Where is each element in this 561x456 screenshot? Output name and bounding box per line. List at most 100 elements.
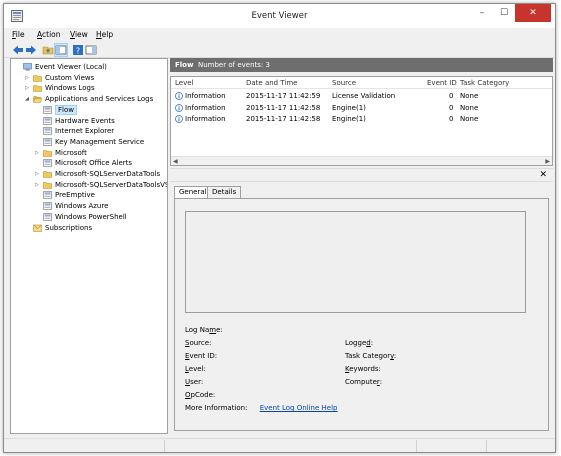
cell-task: None — [460, 115, 479, 123]
field-log-name: Log Name: — [185, 326, 223, 334]
subscriptions-icon — [33, 224, 42, 232]
cell-task: None — [460, 92, 479, 100]
field-more-information: More Information: Event Log Online Help — [185, 404, 338, 412]
events-grid[interactable]: Level Date and Time Source Event ID Task… — [170, 76, 553, 166]
expand-arrow-icon[interactable]: ▷ — [35, 169, 41, 179]
field-event-id: Event ID: — [185, 352, 218, 360]
tree-item-label: Microsoft Office Alerts — [55, 159, 133, 168]
status-divider — [416, 440, 417, 452]
menu-view[interactable]: View — [70, 30, 88, 39]
log-icon — [43, 105, 52, 114]
close-detail-icon[interactable]: ✕ — [539, 170, 547, 180]
menu-help[interactable]: Help — [96, 30, 113, 39]
menu-action[interactable]: Action — [37, 30, 61, 39]
log-icon — [43, 212, 52, 221]
column-date-time[interactable]: Date and Time — [246, 79, 297, 87]
folder-icon — [33, 74, 42, 82]
cell-source: Engine(1) — [332, 115, 366, 123]
column-event-id[interactable]: Event ID — [427, 79, 457, 87]
cell-event-id: 0 — [449, 103, 454, 112]
show-hide-tree-icon[interactable] — [54, 43, 68, 57]
tree-item-custom-views[interactable]: ▷ Custom Views — [11, 73, 167, 83]
cell-level: Information — [185, 103, 226, 112]
cell-date: 2015-11-17 11:42:58 — [246, 115, 321, 123]
event-description-box[interactable] — [185, 211, 526, 313]
tree-item-hardware-events[interactable]: Hardware Events — [11, 116, 167, 126]
tree-item-microsoft-sqlserverdatatoolsvs[interactable]: ▷ Microsoft-SQLServerDataToolsVS — [11, 180, 167, 190]
event-log-online-help-link[interactable]: Event Log Online Help — [260, 404, 338, 412]
scroll-right-icon[interactable]: ▶ — [545, 157, 550, 166]
cell-source: Engine(1) — [332, 103, 366, 112]
up-folder-icon[interactable] — [42, 44, 54, 56]
forward-arrow-icon[interactable] — [25, 44, 37, 56]
grid-header: Level Date and Time Source Event ID Task… — [171, 77, 552, 89]
cell-level: Information — [185, 115, 226, 123]
field-opcode: OpCode: — [185, 391, 216, 399]
back-arrow-icon[interactable] — [12, 44, 24, 56]
close-button[interactable]: ✕ — [515, 4, 551, 22]
navigation-tree[interactable]: Event Viewer (Local) ▷ Custom Views ▷ Window… — [10, 58, 168, 434]
tree-item-label: Microsoft — [55, 148, 87, 157]
tree-item-windows-azure[interactable]: Windows Azure — [11, 201, 167, 211]
event-row[interactable]: Information 2015-11-17 11:42:59 License Va… — [171, 91, 552, 102]
tree-item-internet-explorer[interactable]: Internet Explorer — [11, 126, 167, 136]
tree-item-key-management-service[interactable]: Key Management Service — [11, 137, 167, 147]
tree-item-label: Custom Views — [45, 73, 95, 82]
folder-icon — [43, 181, 52, 189]
scroll-left-icon[interactable]: ◀ — [173, 157, 178, 166]
status-divider — [164, 440, 165, 452]
tab-details[interactable]: Details — [207, 186, 242, 198]
event-row[interactable]: Information 2015-11-17 11:42:58 Engine(1) 0… — [171, 114, 552, 125]
status-bar — [4, 438, 555, 452]
cell-event-id: 0 — [449, 92, 454, 100]
column-task-category[interactable]: Task Category — [460, 79, 509, 87]
detail-panel: Log Name: Source: Event ID: Level: User:… — [174, 198, 549, 431]
tree-item-microsoft-sqlserverdatatools[interactable]: ▷ Microsoft-SQLServerDataTools — [11, 169, 167, 179]
folder-icon — [43, 171, 52, 178]
menu-bar: File Action View Help — [4, 28, 555, 42]
log-icon — [43, 202, 52, 210]
tree-item-microsoft-office-alerts[interactable]: Microsoft Office Alerts — [11, 158, 167, 168]
expand-arrow-icon[interactable]: ▷ — [25, 73, 31, 83]
log-icon — [43, 191, 52, 200]
horizontal-scrollbar[interactable]: ◀ ▶ — [171, 156, 552, 165]
svg-text:?: ? — [76, 47, 80, 56]
tree-item-label: Microsoft-SQLServerDataTools — [55, 170, 161, 178]
tree-item-microsoft[interactable]: ▷ Microsoft — [11, 148, 167, 158]
expand-arrow-icon[interactable]: ▷ — [25, 83, 31, 93]
tree-item-flow[interactable]: Flow — [11, 104, 167, 115]
tree-item-label: Windows PowerShell — [55, 212, 127, 221]
expand-arrow-icon[interactable]: ▷ — [35, 148, 41, 158]
properties-pane-icon[interactable] — [85, 44, 97, 56]
column-source[interactable]: Source — [332, 79, 356, 87]
event-row[interactable]: Information 2015-11-17 11:42:58 Engine(1) 0… — [171, 103, 552, 114]
information-icon — [175, 103, 183, 112]
folder-open-icon — [33, 96, 42, 103]
tree-item-label: Flow — [55, 104, 77, 115]
tree-item-subscriptions[interactable]: Subscriptions — [11, 223, 167, 233]
information-icon — [175, 115, 183, 123]
tree-item-label: Subscriptions — [45, 223, 93, 232]
tree-item-windows-logs[interactable]: ▷ Windows Logs — [11, 83, 167, 93]
expand-arrow-icon[interactable]: ◢ — [25, 94, 31, 104]
tree-item-preemptive[interactable]: PreEmptive — [11, 190, 167, 200]
expand-arrow-icon[interactable]: ▷ — [35, 180, 41, 190]
tree-item-applications-and-services-logs[interactable]: ◢ Applications and Services Logs — [11, 94, 167, 104]
tree-item-windows-powershell[interactable]: Windows PowerShell — [11, 212, 167, 222]
menu-file[interactable]: File — [12, 30, 25, 39]
field-source: Source: — [185, 339, 212, 347]
minimize-button[interactable]: – — [471, 4, 493, 22]
field-computer: Computer: — [345, 378, 383, 386]
title-bar[interactable]: Event Viewer – ☐ ✕ — [4, 4, 555, 28]
tree-item-event-viewer-local[interactable]: Event Viewer (Local) — [11, 62, 167, 72]
status-divider — [486, 440, 487, 452]
help-icon[interactable]: ? — [72, 44, 84, 56]
maximize-button[interactable]: ☐ — [493, 4, 515, 22]
tree-item-label: Microsoft-SQLServerDataToolsVS — [55, 180, 168, 189]
column-level[interactable]: Level — [175, 79, 193, 87]
